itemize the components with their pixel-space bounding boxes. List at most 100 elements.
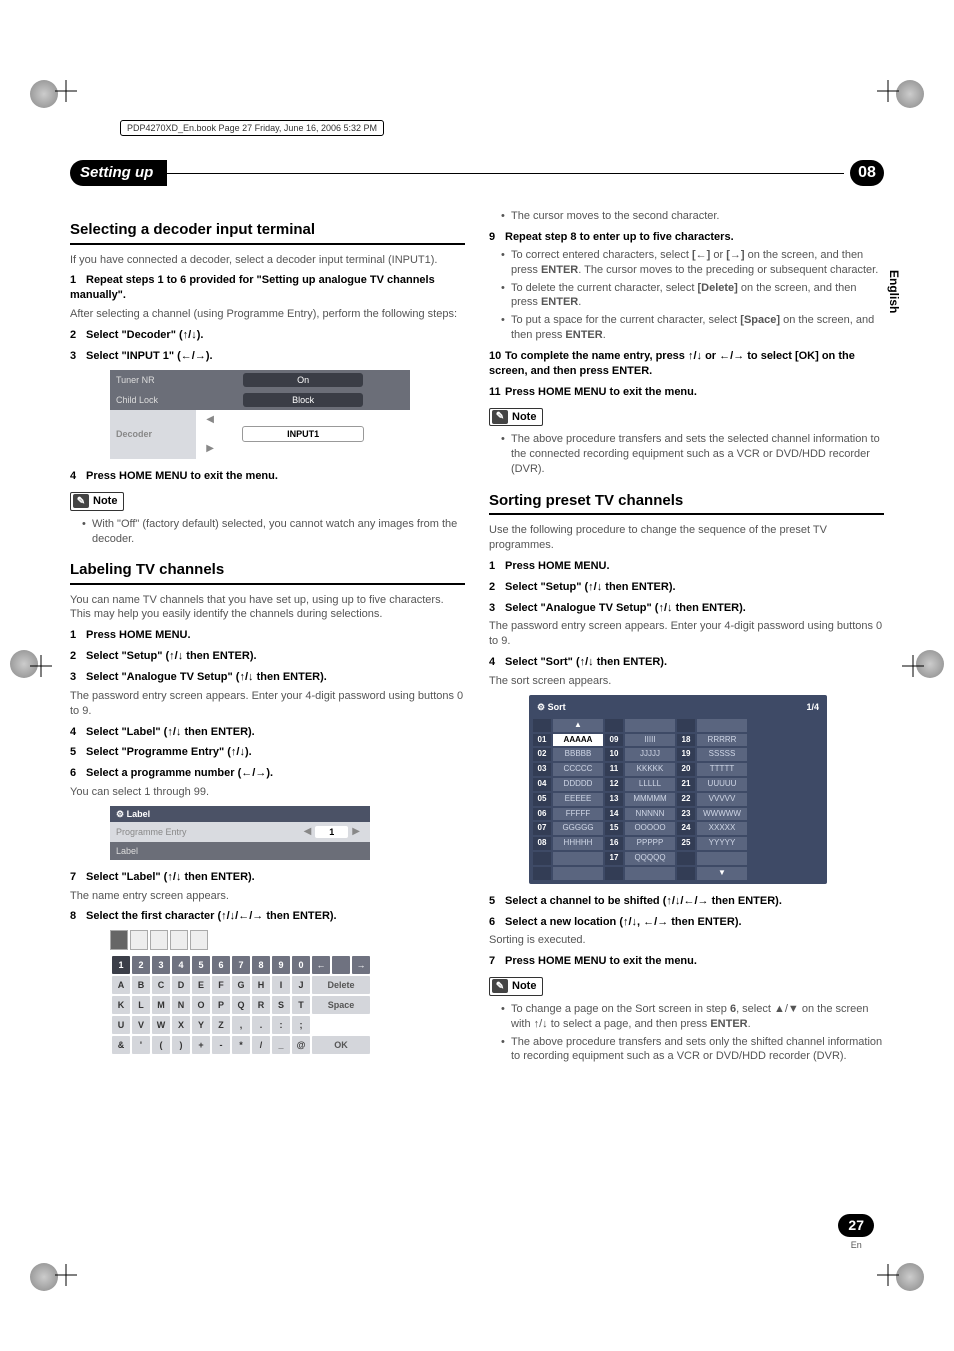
crop-mark-icon	[30, 1263, 58, 1291]
sort-cell: 06	[533, 808, 551, 821]
sort-cell: 03	[533, 763, 551, 776]
sort-cell: SSSSS	[697, 748, 747, 761]
note-decoder-off: With "Off" (factory default) selected, y…	[82, 517, 465, 547]
note-box: ✎Note	[70, 492, 465, 511]
sort-cell: 25	[677, 837, 695, 850]
language-tab: English	[886, 270, 902, 313]
sort-cell	[697, 852, 747, 865]
crop-mark-icon	[30, 80, 58, 108]
sort-cell	[553, 852, 603, 865]
chapter-number: 08	[850, 160, 884, 186]
sort-cell: 13	[605, 793, 623, 806]
sort-cell: CCCCC	[553, 763, 603, 776]
sort-screen: ⚙ Sort1/4 ▲01AAAAA09IIIII18RRRRR02BBBBB1…	[529, 695, 827, 884]
sort-cell: 19	[677, 748, 695, 761]
space-character: To put a space for the current character…	[501, 313, 884, 343]
sort-cell: UUUUU	[697, 778, 747, 791]
sort-cell: PPPPP	[625, 837, 675, 850]
sort-cell: DDDDD	[553, 778, 603, 791]
sort-cell: 05	[533, 793, 551, 806]
sort-cell: 08	[533, 837, 551, 850]
sort-cell: RRRRR	[697, 734, 747, 747]
step-3: Select "INPUT 1" (←/→).	[86, 350, 213, 362]
sort-cell: 11	[605, 763, 623, 776]
kb-space: Space	[312, 996, 370, 1014]
labeling-intro: You can name TV channels that you have s…	[70, 593, 465, 623]
heading-labeling: Labeling TV channels	[70, 560, 465, 584]
decoder-intro: If you have connected a decoder, select …	[70, 253, 465, 268]
sort-cell: OOOOO	[625, 822, 675, 835]
book-header-line: PDP4270XD_En.book Page 27 Friday, June 1…	[120, 120, 384, 136]
sort-cell: FFFFF	[553, 808, 603, 821]
note-icon: ✎	[492, 979, 508, 993]
crop-mark-icon	[896, 1263, 924, 1291]
sort-cell: GGGGG	[553, 822, 603, 835]
page-number: 27 En	[838, 1214, 874, 1251]
sort-cell: TTTTT	[697, 763, 747, 776]
sort-cell: 12	[605, 778, 623, 791]
right-column: The cursor moves to the second character…	[489, 206, 884, 1067]
onscreen-keyboard: 1234567890←→ABCDEFGHIJDeleteKLMNOPQRSTSp…	[110, 930, 400, 1056]
sort-cell: 23	[677, 808, 695, 821]
sort-cell: YYYYY	[697, 837, 747, 850]
sort-cell: 21	[677, 778, 695, 791]
sort-cell: BBBBB	[553, 748, 603, 761]
left-column: Selecting a decoder input terminal If yo…	[70, 206, 465, 1067]
sort-cell: 16	[605, 837, 623, 850]
delete-character: To delete the current character, select …	[501, 281, 884, 311]
correct-characters: To correct entered characters, select [←…	[501, 248, 884, 278]
step-4: Press HOME MENU to exit the menu.	[86, 470, 278, 482]
kb-ok: OK	[312, 1036, 370, 1054]
sort-cell: JJJJJ	[625, 748, 675, 761]
sort-cell: 10	[605, 748, 623, 761]
sort-cell: VVVVV	[697, 793, 747, 806]
sort-cell: HHHHH	[553, 837, 603, 850]
sort-cell: EEEEE	[553, 793, 603, 806]
sort-cell: XXXXX	[697, 822, 747, 835]
note-sort-page: To change a page on the Sort screen in s…	[501, 1002, 884, 1032]
heading-sorting: Sorting preset TV channels	[489, 491, 884, 515]
sort-cell: NNNNN	[625, 808, 675, 821]
heading-decoder: Selecting a decoder input terminal	[70, 220, 465, 244]
sort-cell: 15	[605, 822, 623, 835]
decoder-settings-table: Tuner NROn Child LockBlock Decoder◀INPUT…	[110, 370, 410, 459]
chapter-header: Setting up 08	[70, 160, 884, 186]
step-1: Repeat steps 1 to 6 provided for "Settin…	[70, 274, 435, 301]
step-2: Select "Decoder" (↑/↓).	[86, 329, 203, 341]
sort-cell: 02	[533, 748, 551, 761]
sort-cell: LLLLL	[625, 778, 675, 791]
gear-icon: ⚙	[116, 809, 124, 819]
sort-cell: 24	[677, 822, 695, 835]
register-cross-icon	[30, 655, 52, 677]
sort-cell: QQQQQ	[625, 852, 675, 865]
register-cross-icon	[877, 80, 899, 102]
sort-cell	[533, 852, 551, 865]
step-1-sub: After selecting a channel (using Program…	[70, 307, 465, 322]
sort-cell: MMMMM	[625, 793, 675, 806]
note-icon: ✎	[73, 494, 89, 508]
sort-cell: 18	[677, 734, 695, 747]
sort-cell: 01	[533, 734, 551, 747]
note-icon: ✎	[492, 410, 508, 424]
register-cross-icon	[55, 80, 77, 102]
sort-cell: WWWWW	[697, 808, 747, 821]
sort-cell: 04	[533, 778, 551, 791]
label-ui-panel: ⚙ Label Programme Entry◀1▶ Label	[110, 806, 370, 860]
sort-cell: 22	[677, 793, 695, 806]
sort-cell: 07	[533, 822, 551, 835]
sort-cell: 17	[605, 852, 623, 865]
sort-cell: IIIII	[625, 734, 675, 747]
sort-cell: 14	[605, 808, 623, 821]
crop-mark-icon	[896, 80, 924, 108]
register-cross-icon	[877, 1264, 899, 1286]
register-cross-icon	[55, 1264, 77, 1286]
sort-cell: KKKKK	[625, 763, 675, 776]
sort-cell	[677, 852, 695, 865]
gear-icon: ⚙	[537, 701, 545, 713]
sort-cell: 20	[677, 763, 695, 776]
sort-cell: AAAAA	[553, 734, 603, 747]
sort-cell: 09	[605, 734, 623, 747]
kb-delete: Delete	[312, 976, 370, 994]
register-cross-icon	[902, 655, 924, 677]
chapter-title: Setting up	[70, 160, 167, 186]
